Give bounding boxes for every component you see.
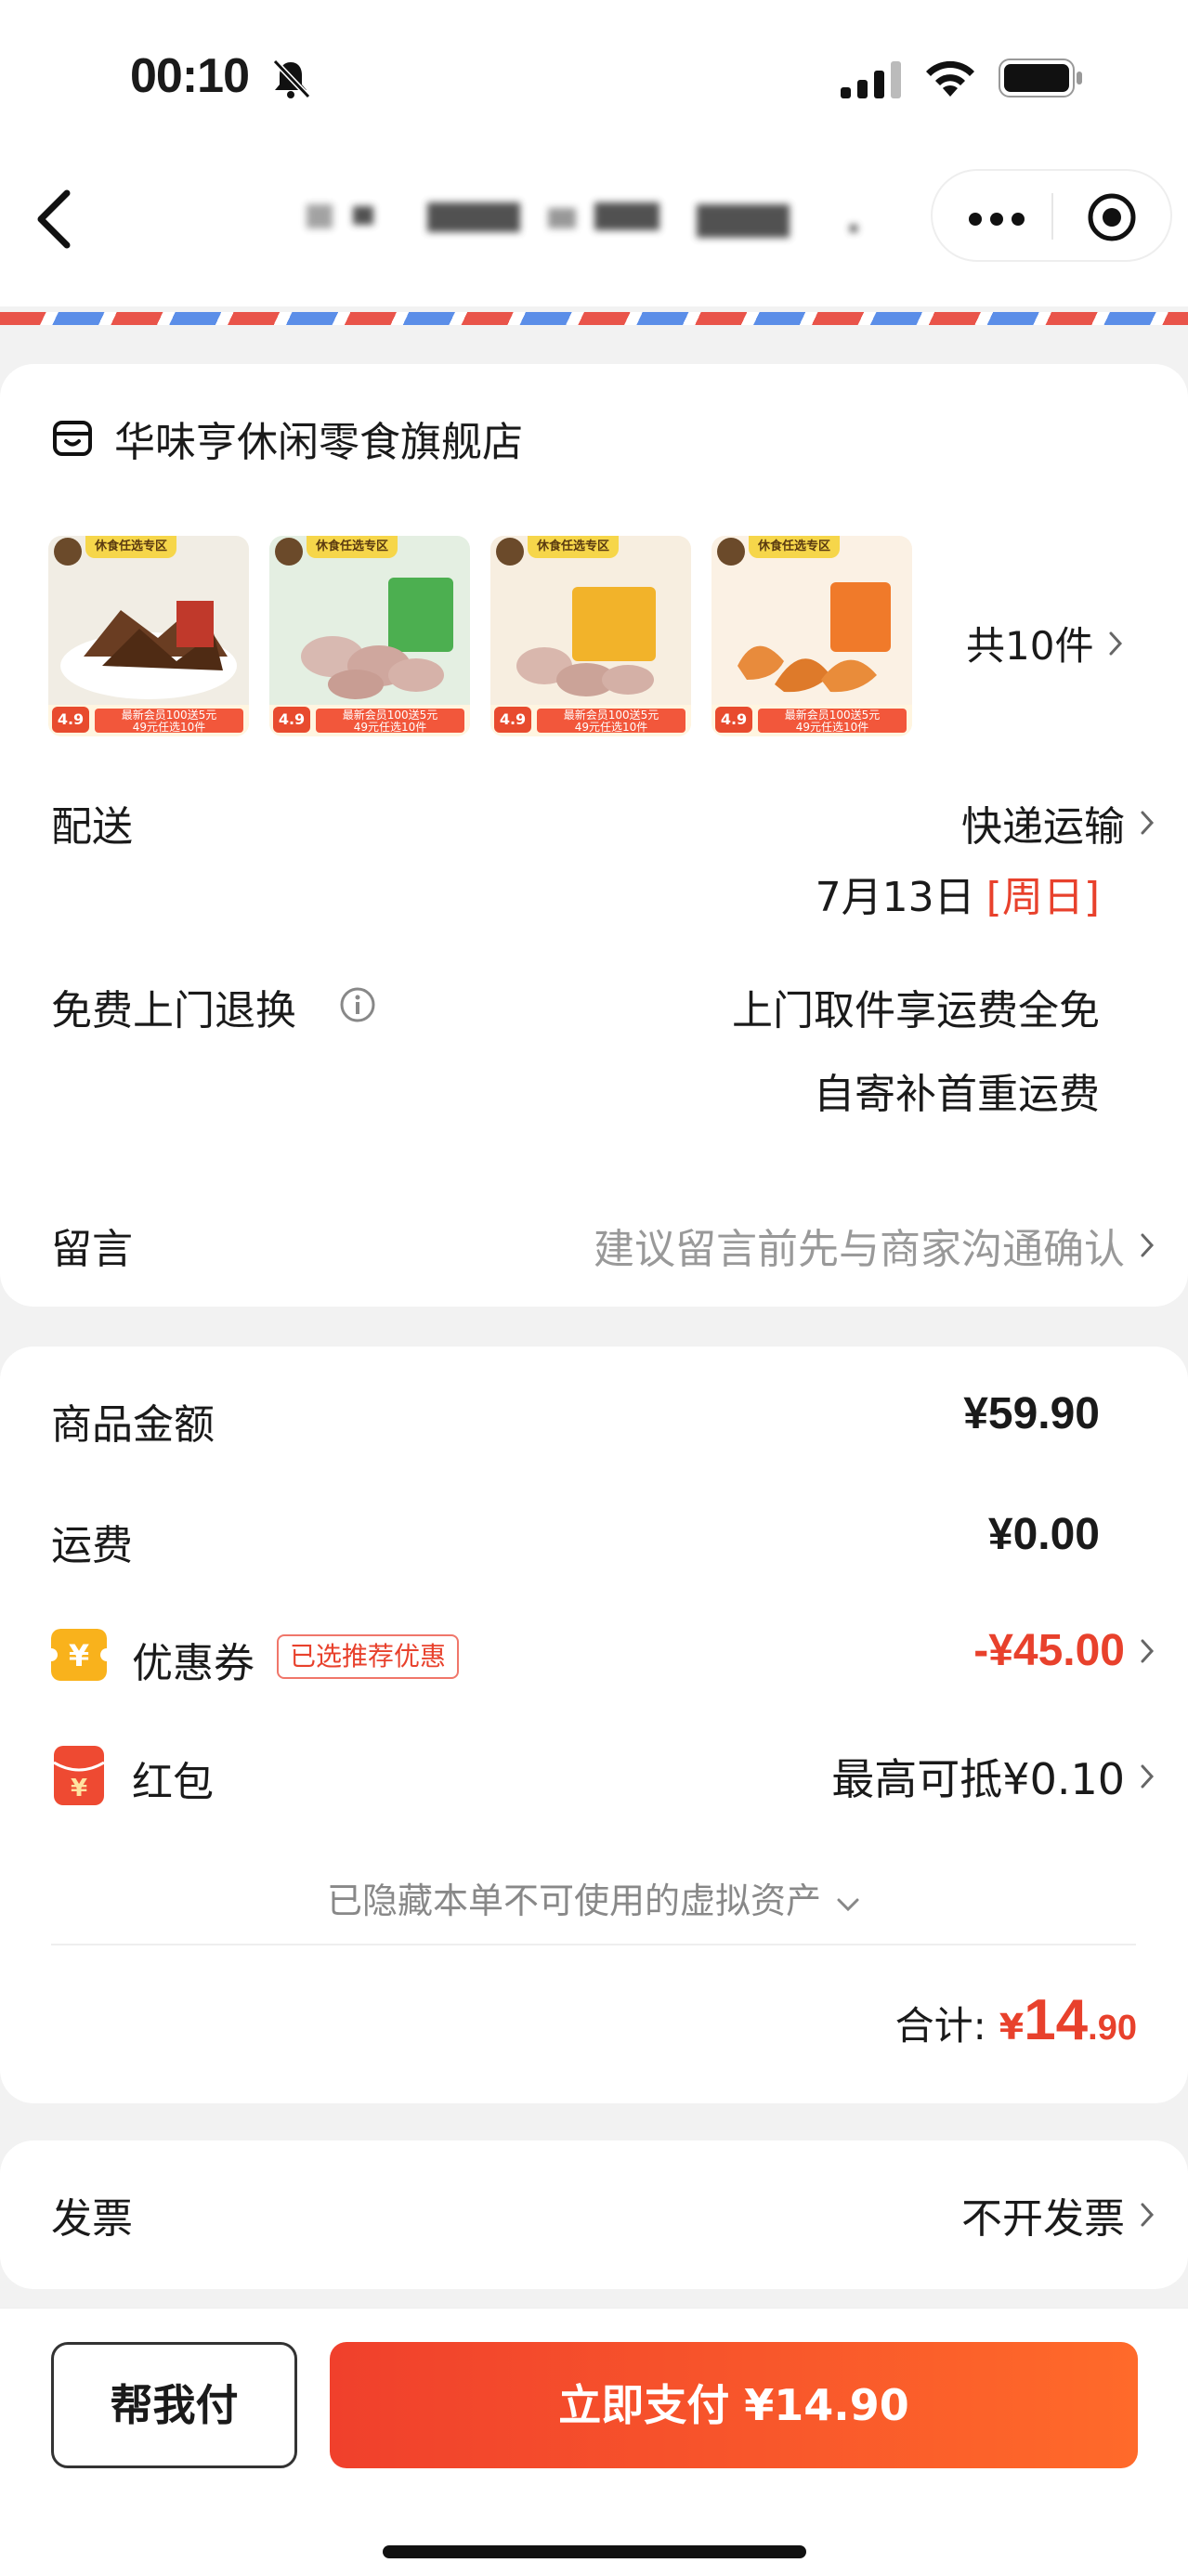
invoice-selector[interactable]: 不开发票	[961, 2185, 1155, 2244]
delivery-date: 7月13日 [周日]	[815, 874, 1100, 921]
coupon-selector[interactable]: -¥45.00	[973, 1625, 1155, 1676]
order-card: 华味亨休闲零食旗舰店 休食任选专区 4.9 最新会员100送5元 49元任选10件…	[0, 364, 1188, 1307]
store-icon	[53, 421, 92, 456]
signal-icon	[841, 61, 901, 98]
chevron-right-icon	[1141, 1233, 1155, 1257]
chevron-right-icon	[1141, 1639, 1155, 1662]
goods-amount-value: ¥59.90	[963, 1389, 1100, 1438]
wifi-icon	[926, 60, 974, 97]
more-icon[interactable]	[968, 195, 1025, 243]
red-packet-selector[interactable]: 最高可抵¥0.10	[831, 1746, 1155, 1807]
shop-row[interactable]: 华味亨休闲零食旗舰店	[51, 410, 523, 466]
shop-name: 华味亨休闲零食旗舰店	[114, 419, 523, 466]
home-indicator[interactable]	[383, 2545, 806, 2558]
help-pay-button[interactable]: 帮我付	[51, 2342, 297, 2468]
message-input[interactable]: 建议留言前先与商家沟通确认	[594, 1216, 1155, 1275]
info-icon[interactable]	[339, 986, 376, 1023]
chevron-right-icon	[1109, 631, 1123, 655]
product-count[interactable]: 共10件	[966, 615, 1123, 671]
status-bar: 00:10	[0, 0, 1188, 149]
shipping-value: ¥0.00	[987, 1510, 1100, 1559]
divider	[51, 1944, 1136, 1945]
coupon-icon: ¥	[51, 1629, 107, 1681]
delivery-label: 配送	[51, 803, 133, 851]
product-thumb[interactable]: 休食任选专区 4.9 最新会员100送5元 49元任选10件	[48, 536, 249, 736]
product-thumb[interactable]: 休食任选专区 4.9 最新会员100送5元 49元任选10件	[711, 536, 912, 736]
goods-amount-label: 商品金额	[51, 1401, 215, 1449]
back-icon[interactable]	[28, 176, 102, 260]
product-thumbnails[interactable]: 休食任选专区 4.9 最新会员100送5元 49元任选10件 休食任选专区 4.…	[48, 536, 912, 736]
svg-text:¥: ¥	[71, 1775, 87, 1802]
return-service-label: 免费上门退换	[51, 987, 296, 1034]
bell-muted-icon	[272, 59, 311, 99]
product-thumb[interactable]: 休食任选专区 4.9 最新会员100送5元 49元任选10件	[490, 536, 691, 736]
bottom-action-bar: 帮我付 立即支付 ¥14.90	[0, 2308, 1188, 2576]
hidden-assets-toggle[interactable]: 已隐藏本单不可使用的虚拟资产	[0, 1872, 1188, 1923]
svg-text:¥: ¥	[69, 1638, 89, 1673]
mini-program-capsule	[931, 169, 1172, 262]
coupon-badge: 已选推荐优惠	[277, 1634, 460, 1679]
red-packet-label: 红包	[132, 1759, 214, 1806]
status-time: 00:10	[130, 49, 250, 103]
return-service-line1: 上门取件享运费全免	[732, 987, 1100, 1034]
pricing-card: 商品金额 ¥59.90 运费 ¥0.00 ¥ 优惠券 已选推荐优惠 -¥45.0…	[0, 1347, 1188, 2103]
chevron-down-icon	[837, 1898, 859, 1912]
return-service-line2: 自寄补首重运费	[814, 1071, 1100, 1118]
product-thumb[interactable]: 休食任选专区 4.9 最新会员100送5元 49元任选10件	[269, 536, 470, 736]
invoice-label: 发票	[51, 2195, 133, 2243]
chevron-right-icon	[1141, 1764, 1155, 1789]
airmail-border	[0, 312, 1188, 325]
pay-now-button[interactable]: 立即支付 ¥14.90	[330, 2342, 1138, 2468]
red-packet-icon: ¥	[54, 1746, 104, 1805]
invoice-card[interactable]: 发票 不开发票	[0, 2140, 1188, 2289]
battery-icon	[999, 59, 1082, 98]
message-label: 留言	[51, 1226, 133, 1273]
page-title-redacted	[307, 195, 864, 251]
order-total: 合计: ¥ 14 .90	[894, 1988, 1137, 2052]
coupon-label: 优惠券	[132, 1640, 255, 1687]
chevron-right-icon	[1141, 811, 1155, 835]
chevron-right-icon	[1141, 2203, 1155, 2227]
delivery-method[interactable]: 快递运输	[961, 793, 1155, 852]
nav-bar	[0, 149, 1188, 306]
shipping-label: 运费	[51, 1522, 133, 1569]
close-mini-program-icon[interactable]	[1086, 191, 1138, 243]
